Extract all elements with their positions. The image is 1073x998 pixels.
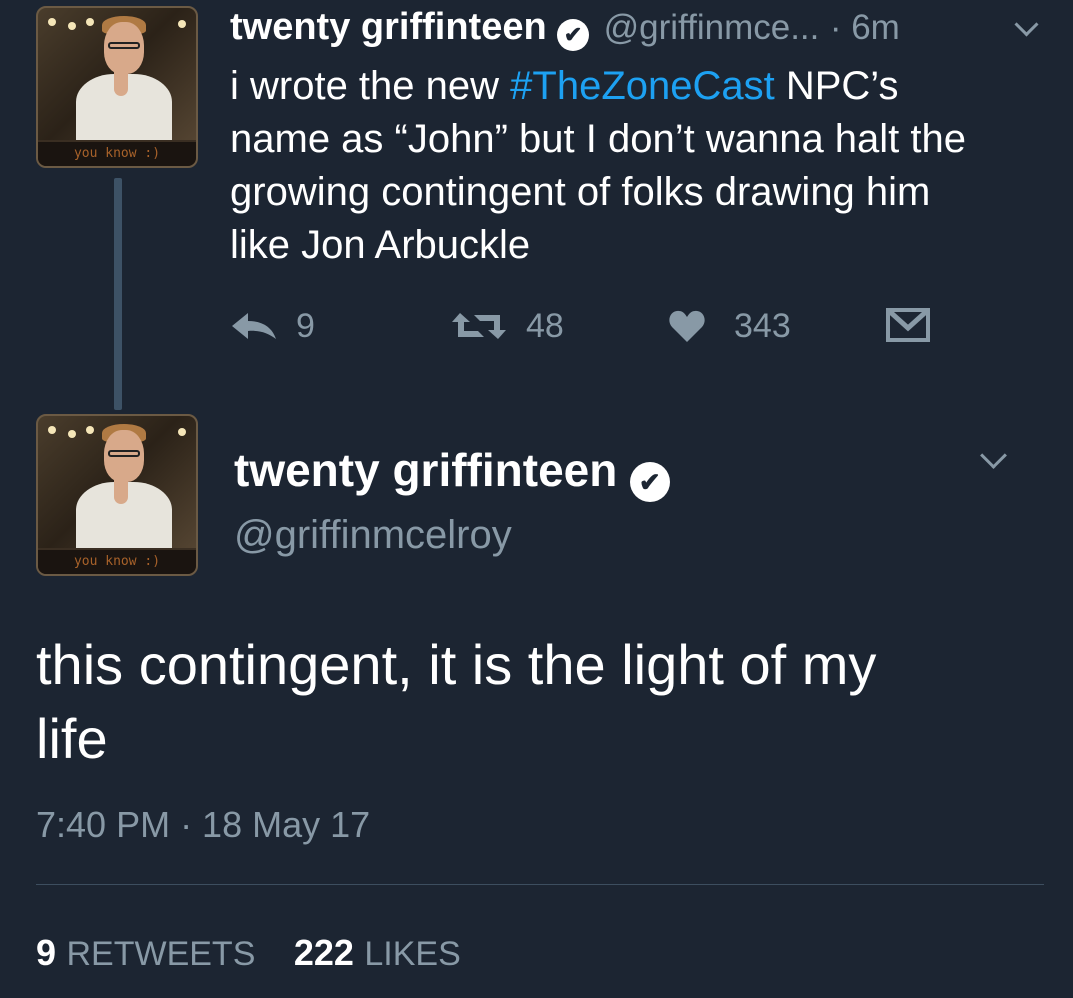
likes-label: LIKES (364, 935, 461, 973)
likes-stat[interactable]: 222 LIKES (294, 932, 461, 973)
retweet-button[interactable]: 48 (450, 304, 564, 348)
verified-badge-icon: ✔ (557, 18, 590, 51)
tweet-stats: 9 RETWEETS 222 LIKES (36, 930, 461, 976)
retweet-count: 48 (526, 306, 564, 345)
reply-count: 9 (296, 306, 315, 345)
tweet-text-line: life (36, 707, 108, 770)
avatar[interactable]: you know :) (36, 6, 198, 168)
tweet-author: twenty griffinteen ✔ (234, 440, 670, 502)
display-name[interactable]: twenty griffinteen (230, 6, 547, 48)
avatar-caption: you know :) (38, 548, 196, 574)
divider (36, 884, 1044, 885)
verified-badge-icon: ✔ (629, 461, 670, 502)
tweet-text-line: name as “John” but I don’t wanna halt th… (230, 117, 967, 161)
tweet-text: this contingent, it is the light of my l… (36, 628, 1066, 776)
display-name[interactable]: twenty griffinteen (234, 444, 617, 496)
retweets-stat[interactable]: 9 RETWEETS (36, 932, 260, 973)
tweet-text-fragment: NPC’s (774, 64, 899, 108)
like-count: 343 (734, 306, 791, 345)
hashtag-link[interactable]: #TheZoneCast (510, 64, 775, 108)
time-ago[interactable]: · 6m (830, 8, 900, 47)
likes-count: 222 (293, 932, 354, 973)
envelope-icon (886, 308, 930, 342)
retweets-label: RETWEETS (66, 935, 256, 973)
reply-button[interactable]: 9 (230, 304, 315, 348)
tweet-header: twenty griffinteen ✔ @griffinmce... · 6m (230, 4, 900, 51)
handle[interactable]: @griffinmcelroy (234, 510, 512, 560)
tweet-text: i wrote the new #TheZoneCast NPC’s name … (230, 60, 1070, 272)
like-button[interactable]: 343 (668, 304, 791, 348)
thread-connector-line (114, 178, 122, 410)
tweet-text-fragment: i wrote the new (230, 64, 511, 108)
chevron-down-icon[interactable] (1014, 12, 1039, 37)
tweet-text-line: this contingent, it is the light of my (36, 633, 877, 696)
tweet-text-line: growing contingent of folks drawing him (230, 170, 931, 214)
retweet-icon (452, 313, 506, 339)
avatar[interactable]: you know :) (36, 414, 198, 576)
tweet-timestamp[interactable]: 7:40 PM · 18 May 17 (36, 802, 370, 848)
chevron-down-icon[interactable] (980, 442, 1007, 469)
direct-message-button[interactable] (886, 308, 930, 347)
retweets-count: 9 (36, 932, 57, 973)
reply-icon (232, 313, 276, 339)
avatar-caption: you know :) (38, 140, 196, 166)
tweet-actions: 9 48 343 (230, 304, 950, 348)
tweet-text-line: like Jon Arbuckle (230, 223, 531, 267)
heart-icon (669, 310, 705, 342)
handle[interactable]: @griffinmce... (604, 8, 820, 47)
